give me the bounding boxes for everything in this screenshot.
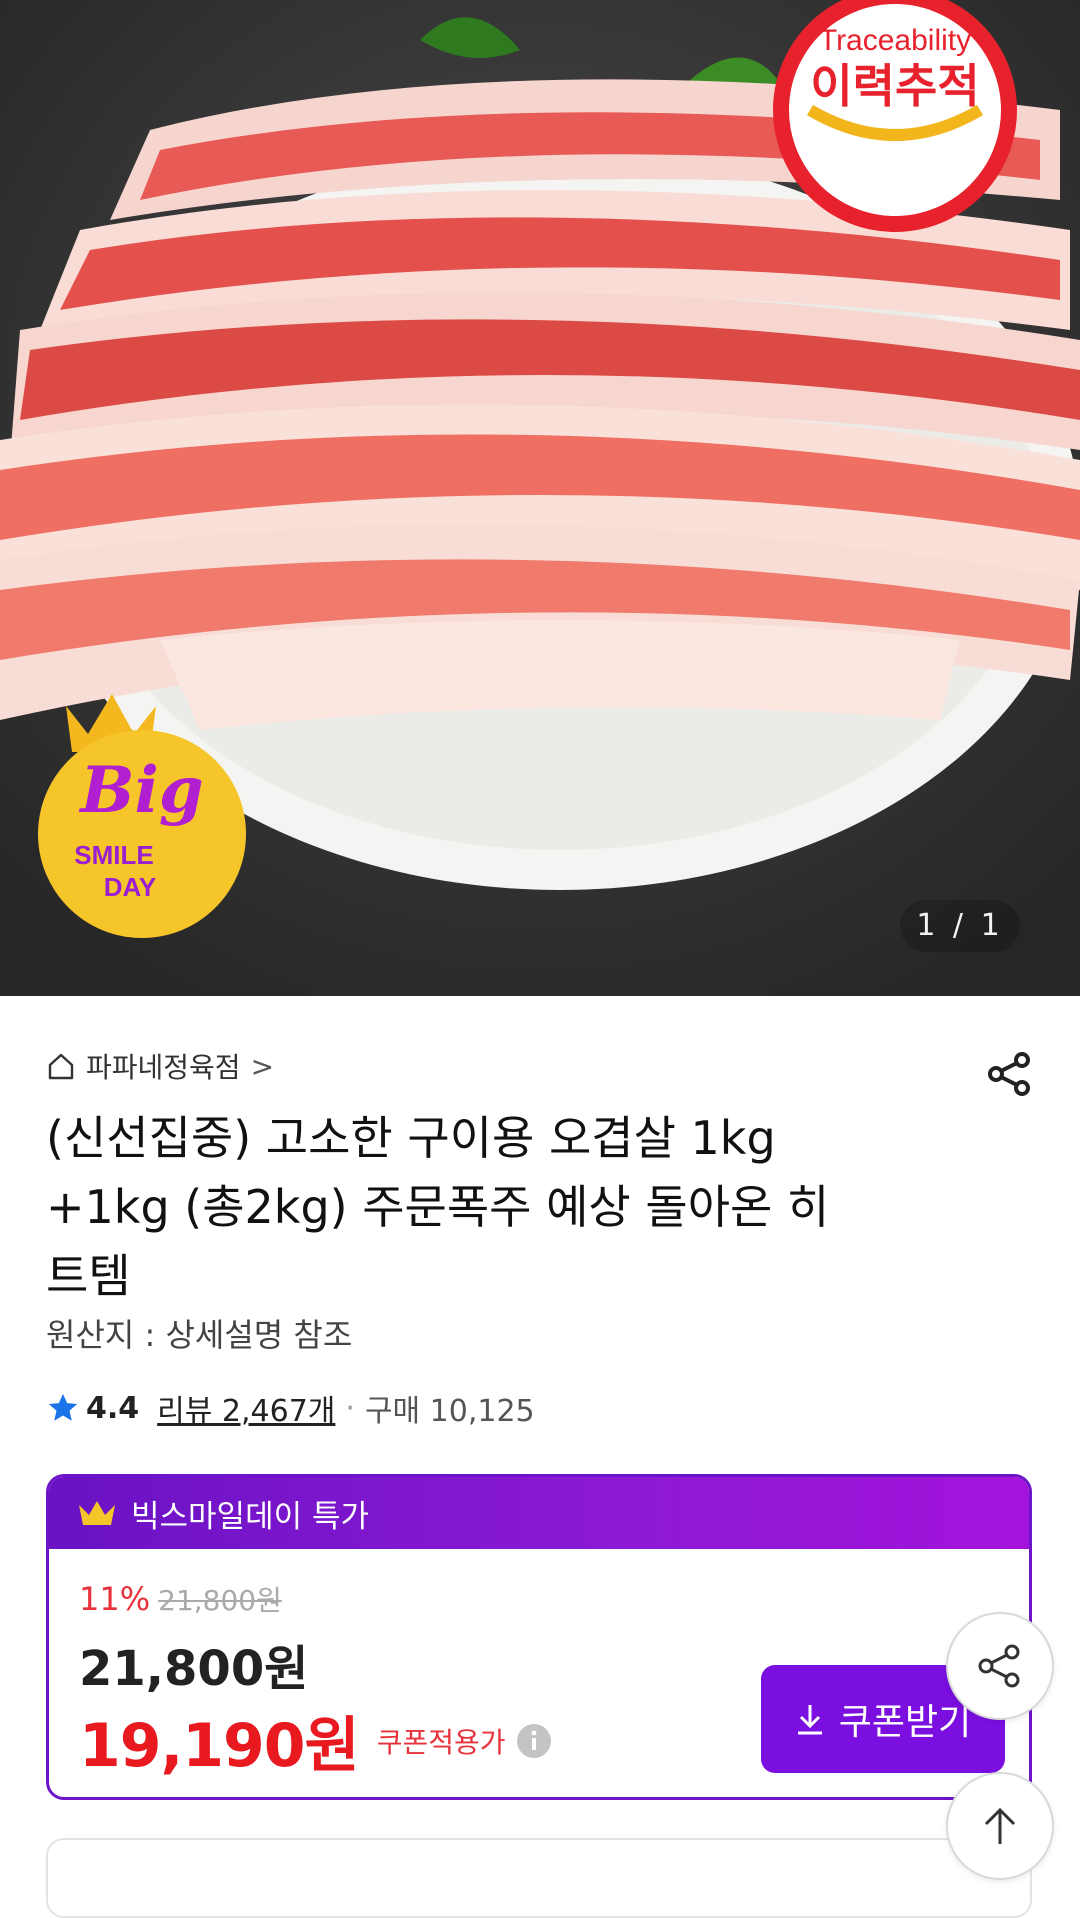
image-pager: 1 / 1 [900,900,1020,952]
home-icon [48,1053,74,1080]
deal-box: 빅스마일데이 특가 11% 21,800원 21,800원 19,190원 쿠폰… [46,1474,1032,1800]
floating-share-button[interactable] [946,1612,1054,1720]
sale-price: 21,800원 [79,1641,309,1697]
rating-score: 4.4 [86,1390,140,1426]
product-image-carousel[interactable]: Traceability 이력추적 식품의약품안전처 Big SMILE DAY… [0,0,1080,996]
purchase-count: 구매 10,125 [364,1394,535,1429]
separator-dot: · [345,1390,355,1426]
coupon-price-label: 쿠폰적용가 [376,1725,506,1759]
crown-icon [79,1501,115,1525]
product-title: (신선집중) 고소한 구이용 오겹살 1kg +1kg (총2kg) 주문폭주 … [46,1111,830,1303]
scroll-to-top-button[interactable] [946,1772,1054,1880]
deal-header: 빅스마일데이 특가 [49,1477,1029,1549]
traceability-badge: Traceability 이력추적 식품의약품안전처 [773,0,1017,232]
next-section-card [46,1838,1032,1918]
review-count-link[interactable]: 리뷰 2,467개 [157,1386,335,1430]
original-price: 21,800원 [158,1584,282,1617]
store-link[interactable]: 파파네정육점 > [46,1046,274,1086]
download-icon [797,1705,822,1735]
star-icon [48,1393,78,1421]
badge-big-text: Big [78,753,203,828]
origin-info: 원산지 : 상세설명 참조 [46,1316,353,1354]
big-smile-day-badge: Big SMILE DAY [38,694,246,938]
badge-smile-text: SMILE [74,840,153,870]
badge-text-en: Traceability [819,24,971,57]
coupon-price-row: 19,190원 쿠폰적용가 [79,1697,552,1784]
store-name: 파파네정육점 [86,1051,241,1084]
get-coupon-label: 쿠폰받기 [838,1702,972,1743]
chevron-right-icon: > [250,1049,275,1083]
info-icon[interactable] [516,1723,552,1759]
share-icon[interactable] [984,1048,1036,1100]
coupon-price: 19,190원 [79,1711,360,1781]
share-icon [978,1644,1020,1688]
discount-row: 11% 21,800원 [79,1579,282,1619]
discount-percent: 11% [79,1580,151,1618]
badge-text-kr: 이력추적 [810,59,979,113]
rating-row: 4.4 리뷰 2,467개 · 구매 10,125 [46,1386,535,1430]
badge-text-agency: 식품의약품안전처 [836,183,954,202]
arrow-up-icon [984,1807,1016,1844]
deal-header-label: 빅스마일데이 특가 [131,1498,370,1535]
badge-day-text: DAY [104,872,157,902]
